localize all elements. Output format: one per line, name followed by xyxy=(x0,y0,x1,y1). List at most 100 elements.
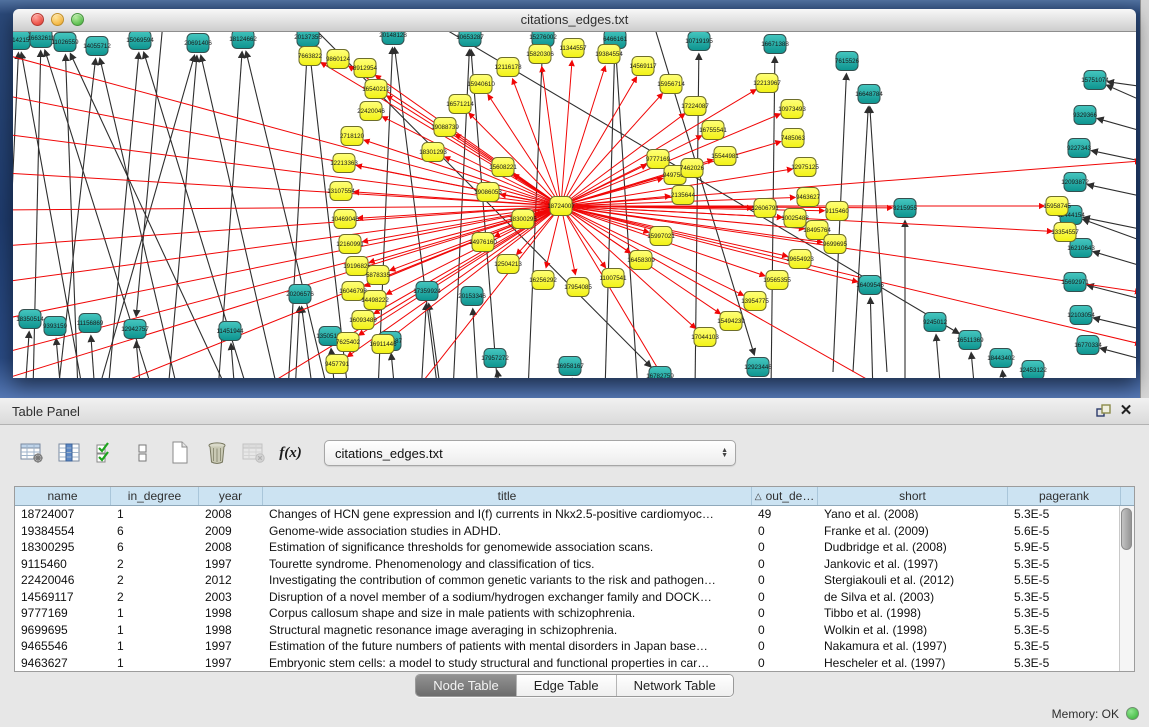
graph-node[interactable]: 7615526 xyxy=(835,52,860,71)
table-cell[interactable]: 5.3E-5 xyxy=(1008,605,1121,622)
table-cell[interactable]: 14569117 xyxy=(15,589,111,606)
tab-network-table[interactable]: Network Table xyxy=(617,675,733,696)
table-cell[interactable]: 5.3E-5 xyxy=(1008,622,1121,639)
zoom-window-icon[interactable] xyxy=(71,13,84,26)
table-cell[interactable]: Nakamura et al. (1997) xyxy=(818,638,1008,655)
graph-node[interactable]: 15544981 xyxy=(711,147,739,166)
table-cell[interactable]: Disruption of a novel member of a sodium… xyxy=(263,589,752,606)
graph-node[interactable]: 20137356 xyxy=(294,32,322,47)
close-panel-icon[interactable]: ✕ xyxy=(1115,401,1137,421)
graph-node[interactable]: 10469046 xyxy=(331,210,359,229)
graph-node[interactable]: 16571214 xyxy=(446,95,474,114)
network-canvas[interactable]: 20142156 16632611 11026559 14055712 1506… xyxy=(13,32,1136,378)
graph-node[interactable]: 17224087 xyxy=(681,97,709,116)
table-cell[interactable]: Estimation of significance thresholds fo… xyxy=(263,539,752,556)
graph-node[interactable]: 16458309 xyxy=(627,251,655,270)
table-row[interactable]: 969969511998Structural magnetic resonanc… xyxy=(15,622,1134,639)
table-cell[interactable]: Hescheler et al. (1997) xyxy=(818,655,1008,672)
graph-node[interactable]: 15608221 xyxy=(489,158,517,177)
graph-edge-black[interactable] xyxy=(497,371,501,378)
table-cell[interactable]: 22420046 xyxy=(15,572,111,589)
table-cell[interactable]: 0 xyxy=(752,589,818,606)
table-settings-icon[interactable] xyxy=(16,438,47,468)
table-cell[interactable]: de Silva et al. (2003) xyxy=(818,589,1008,606)
graph-node[interactable]: 18301293 xyxy=(419,143,447,162)
graph-node[interactable]: 16770334 xyxy=(1074,336,1102,355)
scrollbar-thumb[interactable] xyxy=(1121,508,1132,550)
graph-node[interactable]: 15956714 xyxy=(657,75,685,94)
table-cell[interactable]: 0 xyxy=(752,523,818,540)
graph-edge-black[interactable] xyxy=(1094,318,1136,330)
graph-node[interactable]: 17359924 xyxy=(413,282,441,301)
table-cell[interactable]: Yano et al. (2008) xyxy=(818,506,1008,523)
graph-node[interactable]: 12116178 xyxy=(494,58,522,77)
table-cell[interactable]: Corpus callosum shape and size in male p… xyxy=(263,605,752,622)
table-cell[interactable]: Franke et al. (2009) xyxy=(818,523,1008,540)
graph-edge-black[interactable] xyxy=(1098,119,1136,132)
graph-node[interactable]: 16409546 xyxy=(856,276,884,295)
graph-node[interactable]: 5878335 xyxy=(366,266,391,285)
table-cell[interactable]: 1997 xyxy=(199,655,263,672)
table-cell[interactable]: 9777169 xyxy=(15,605,111,622)
graph-node[interactable]: 19384554 xyxy=(595,45,623,64)
graph-node[interactable]: 9860124 xyxy=(326,50,351,69)
table-cell[interactable]: 1997 xyxy=(199,638,263,655)
graph-node[interactable]: 12213967 xyxy=(753,74,781,93)
graph-node[interactable]: 16256292 xyxy=(529,271,557,290)
table-cell[interactable]: 2 xyxy=(111,572,199,589)
table-cell[interactable]: Investigating the contribution of common… xyxy=(263,572,752,589)
table-cell[interactable]: 0 xyxy=(752,638,818,655)
table-cell[interactable]: 19384554 xyxy=(15,523,111,540)
graph-node[interactable]: 14055712 xyxy=(83,37,111,56)
graph-node[interactable]: 20206576 xyxy=(286,285,314,304)
table-cell[interactable]: 0 xyxy=(752,605,818,622)
graph-edge-red[interactable] xyxy=(561,94,662,206)
table-row[interactable]: 1456911722003Disruption of a novel membe… xyxy=(15,589,1134,606)
graph-node[interactable]: 7485063 xyxy=(781,129,806,148)
table-cell[interactable]: Tourette syndrome. Phenomenology and cla… xyxy=(263,556,752,573)
graph-node[interactable]: 17957272 xyxy=(481,349,509,368)
table-cell[interactable]: 5.3E-5 xyxy=(1008,638,1121,655)
table-cell[interactable]: 9465546 xyxy=(15,638,111,655)
table-cell[interactable]: 2 xyxy=(111,556,199,573)
table-cell[interactable]: 49 xyxy=(752,506,818,523)
graph-edge-black[interactable] xyxy=(91,336,95,378)
graph-node[interactable]: 16540212 xyxy=(362,80,390,99)
table-cell[interactable]: 5.9E-5 xyxy=(1008,539,1121,556)
graph-node[interactable]: 20153346 xyxy=(458,287,486,306)
graph-node[interactable]: 15997021 xyxy=(647,227,675,246)
graph-edge-black[interactable] xyxy=(971,353,975,378)
column-header-in_degree[interactable]: in_degree xyxy=(111,487,199,505)
graph-node[interactable]: 11156869 xyxy=(77,314,104,333)
table-cell[interactable]: 6 xyxy=(111,539,199,556)
table-cell[interactable]: 2012 xyxy=(199,572,263,589)
graph-node[interactable]: 16911446 xyxy=(369,335,397,354)
graph-node[interactable]: 10973493 xyxy=(778,100,806,119)
graph-node[interactable]: 11344557 xyxy=(559,39,587,58)
table-row[interactable]: 1830029562008Estimation of significance … xyxy=(15,539,1134,556)
graph-node[interactable]: 9457791 xyxy=(325,355,350,374)
graph-node[interactable]: 16093489 xyxy=(349,311,377,330)
graph-node[interactable]: 11026559 xyxy=(51,33,79,52)
table-row[interactable]: 2242004622012Investigating the contribut… xyxy=(15,572,1134,589)
table-cell[interactable]: Structural magnetic resonance image aver… xyxy=(263,622,752,639)
graph-node[interactable]: 11007541 xyxy=(599,269,627,288)
graph-node[interactable]: 14976160 xyxy=(469,233,497,252)
column-visibility-icon[interactable] xyxy=(53,438,84,468)
graph-node[interactable]: 11451944 xyxy=(216,322,244,341)
graph-edge-black[interactable] xyxy=(395,48,438,378)
table-cell[interactable]: 9115460 xyxy=(15,556,111,573)
clear-selection-icon[interactable] xyxy=(127,438,158,468)
graph-node[interactable]: 12160991 xyxy=(336,235,364,254)
graph-node[interactable]: 18724007 xyxy=(547,197,575,216)
graph-node[interactable]: 17044103 xyxy=(691,328,719,347)
table-cell[interactable]: 1 xyxy=(111,605,199,622)
graph-node[interactable]: 18350514 xyxy=(16,310,44,329)
graph-node[interactable]: 16782759 xyxy=(646,367,674,379)
column-header-short[interactable]: short xyxy=(818,487,1008,505)
graph-edge-black[interactable] xyxy=(1084,218,1136,230)
tab-node-table[interactable]: Node Table xyxy=(416,675,517,696)
table-cell[interactable]: Embryonic stem cells: a model to study s… xyxy=(263,655,752,672)
close-window-icon[interactable] xyxy=(31,13,44,26)
memory-status-icon[interactable] xyxy=(1126,707,1139,720)
